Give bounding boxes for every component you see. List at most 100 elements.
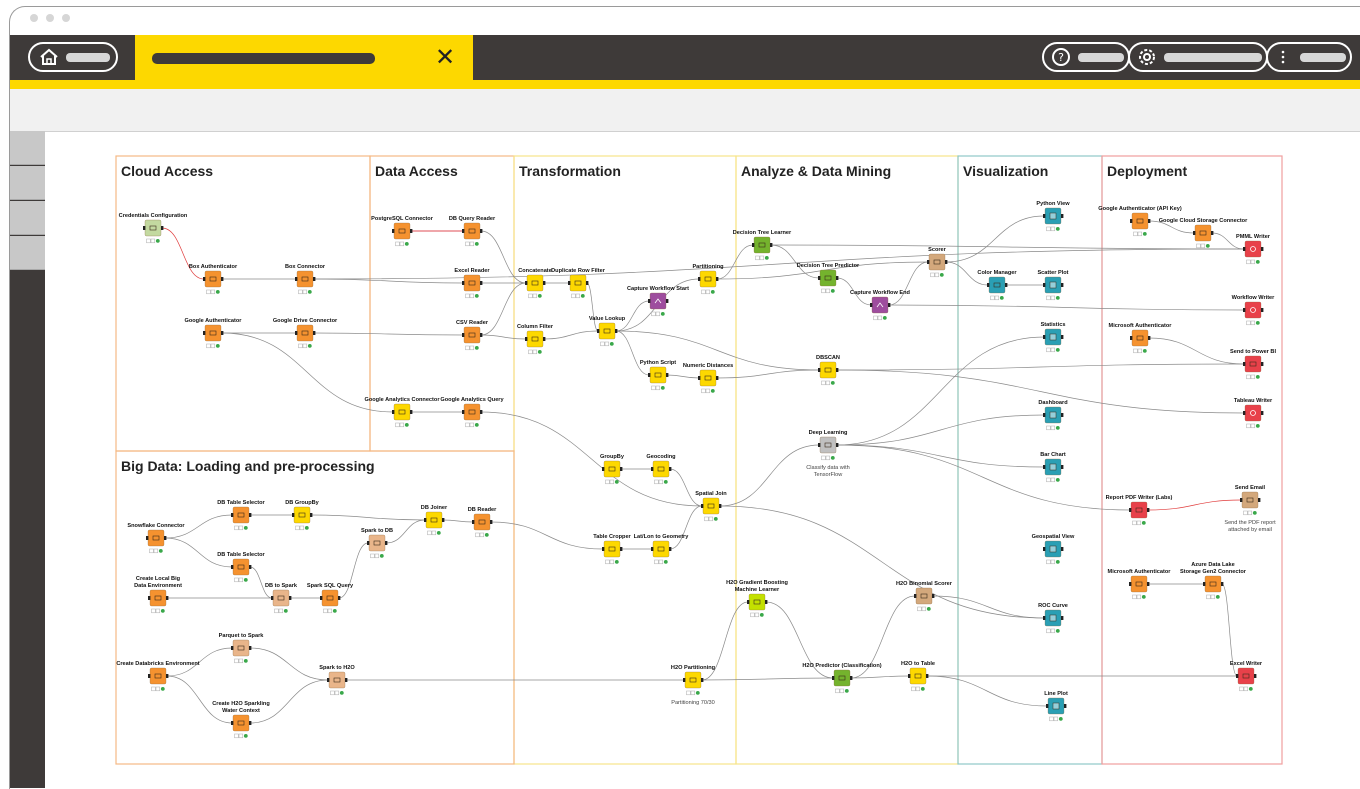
node-icon[interactable] bbox=[871, 296, 889, 314]
node-bar-chart[interactable]: Bar Chart bbox=[1040, 452, 1066, 483]
connection[interactable] bbox=[313, 248, 1245, 280]
connection[interactable] bbox=[310, 514, 426, 521]
node-icon[interactable] bbox=[1244, 404, 1262, 422]
connection[interactable] bbox=[850, 675, 910, 679]
node-icon[interactable] bbox=[1130, 575, 1148, 593]
connection[interactable] bbox=[719, 444, 820, 507]
node-icon[interactable] bbox=[204, 324, 222, 342]
node-icon[interactable] bbox=[684, 671, 702, 689]
node-icon[interactable] bbox=[649, 366, 667, 384]
connection[interactable] bbox=[888, 261, 929, 306]
node-create-local-big-data-environment[interactable]: Create Local BigData Environment bbox=[134, 576, 182, 614]
node-icon[interactable] bbox=[1244, 240, 1262, 258]
node-icon[interactable] bbox=[204, 270, 222, 288]
node-geospatial-view[interactable]: Geospatial View bbox=[1032, 534, 1075, 565]
connection[interactable] bbox=[719, 505, 1045, 619]
node-icon[interactable] bbox=[1194, 224, 1212, 242]
node-icon[interactable] bbox=[321, 589, 339, 607]
connection[interactable] bbox=[543, 330, 599, 340]
connection[interactable] bbox=[932, 595, 1045, 619]
connection[interactable] bbox=[669, 468, 703, 507]
connection[interactable] bbox=[836, 336, 1045, 446]
connection[interactable] bbox=[836, 363, 1245, 371]
node-dbscan[interactable]: DBSCAN bbox=[816, 355, 840, 386]
connection[interactable] bbox=[836, 444, 1131, 511]
node-icon[interactable] bbox=[1241, 491, 1259, 509]
node-icon[interactable] bbox=[915, 587, 933, 605]
connection[interactable] bbox=[666, 374, 700, 379]
node-microsoft-authenticator[interactable]: Microsoft Authenticator bbox=[1109, 323, 1173, 354]
connection[interactable] bbox=[716, 244, 754, 280]
connection[interactable] bbox=[249, 647, 329, 681]
connection[interactable] bbox=[836, 444, 1045, 468]
node-icon[interactable] bbox=[232, 558, 250, 576]
node-icon[interactable] bbox=[293, 506, 311, 524]
node-icon[interactable] bbox=[569, 274, 587, 292]
connection[interactable] bbox=[166, 675, 233, 724]
node-icon[interactable] bbox=[368, 534, 386, 552]
connection[interactable] bbox=[836, 369, 1245, 414]
node-icon[interactable] bbox=[598, 322, 616, 340]
connection[interactable] bbox=[161, 227, 205, 280]
connection[interactable] bbox=[716, 369, 820, 379]
connection[interactable] bbox=[701, 677, 834, 681]
connection[interactable] bbox=[888, 304, 1245, 311]
node-db-joiner[interactable]: DB Joiner bbox=[421, 505, 448, 536]
connection[interactable] bbox=[480, 334, 527, 340]
node-icon[interactable] bbox=[909, 667, 927, 685]
node-scorer[interactable]: Scorer bbox=[927, 247, 948, 278]
connection[interactable] bbox=[669, 505, 703, 550]
node-icon[interactable] bbox=[232, 639, 250, 657]
node-icon[interactable] bbox=[232, 714, 250, 732]
node-icon[interactable] bbox=[232, 506, 250, 524]
connection[interactable] bbox=[586, 282, 599, 332]
node-icon[interactable] bbox=[272, 589, 290, 607]
node-icon[interactable] bbox=[1131, 329, 1149, 347]
node-icon[interactable] bbox=[463, 326, 481, 344]
node-icon[interactable] bbox=[149, 667, 167, 685]
node-icon[interactable] bbox=[603, 460, 621, 478]
node-icon[interactable] bbox=[393, 222, 411, 240]
connection[interactable] bbox=[615, 330, 650, 376]
node-snowflake-connector[interactable]: Snowflake Connector bbox=[127, 523, 185, 554]
node-parquet-to-spark[interactable]: Parquet to Spark bbox=[219, 633, 265, 664]
node-icon[interactable] bbox=[699, 270, 717, 288]
node-icon[interactable] bbox=[393, 403, 411, 421]
node-h2o-binomial-scorer[interactable]: H2O Binomial Scorer bbox=[896, 581, 953, 612]
node-icon[interactable] bbox=[988, 276, 1006, 294]
node-icon[interactable] bbox=[833, 669, 851, 687]
node-icon[interactable] bbox=[463, 403, 481, 421]
node-icon[interactable] bbox=[328, 671, 346, 689]
node-statistics[interactable]: Statistics bbox=[1041, 322, 1066, 353]
node-icon[interactable] bbox=[1204, 575, 1222, 593]
node-credentials-configuration[interactable]: Credentials Configuration bbox=[119, 213, 188, 244]
connection[interactable] bbox=[770, 244, 1245, 250]
node-google-cloud-storage-connector[interactable]: Google Cloud Storage Connector bbox=[1159, 218, 1248, 249]
node-icon[interactable] bbox=[702, 497, 720, 515]
node-icon[interactable] bbox=[1244, 355, 1262, 373]
node-icon[interactable] bbox=[819, 361, 837, 379]
connection[interactable] bbox=[338, 542, 369, 599]
node-icon[interactable] bbox=[526, 330, 544, 348]
node-icon[interactable] bbox=[699, 369, 717, 387]
node-capture-workflow-start[interactable]: Capture Workflow Start bbox=[627, 286, 689, 317]
node-db-table-selector[interactable]: DB Table Selector bbox=[217, 552, 266, 583]
node-groupby[interactable]: GroupBy bbox=[600, 454, 625, 485]
node-deep-learning[interactable]: Deep Learning Classify data withTensorFlo… bbox=[806, 430, 850, 478]
node-icon[interactable] bbox=[1130, 501, 1148, 519]
connection[interactable] bbox=[945, 215, 1045, 263]
node-icon[interactable] bbox=[753, 236, 771, 254]
node-icon[interactable] bbox=[1131, 212, 1149, 230]
node-icon[interactable] bbox=[463, 222, 481, 240]
node-azure-data-lake-storage-gen2-connector[interactable]: Azure Data LakeStorage Gen2 Connector bbox=[1180, 562, 1247, 600]
node-icon[interactable] bbox=[473, 513, 491, 531]
node-icon[interactable] bbox=[928, 253, 946, 271]
node-icon[interactable] bbox=[819, 436, 837, 454]
node-send-email[interactable]: Send Email Send the PDF reportattached by… bbox=[1224, 485, 1276, 533]
node-h2o-partitioning[interactable]: H2O Partitioning Partitioning 70/30 bbox=[671, 665, 716, 706]
node-icon[interactable] bbox=[1237, 667, 1255, 685]
node-icon[interactable] bbox=[144, 219, 162, 237]
connection[interactable] bbox=[926, 675, 1048, 707]
connection[interactable] bbox=[770, 244, 820, 279]
node-icon[interactable] bbox=[296, 270, 314, 288]
